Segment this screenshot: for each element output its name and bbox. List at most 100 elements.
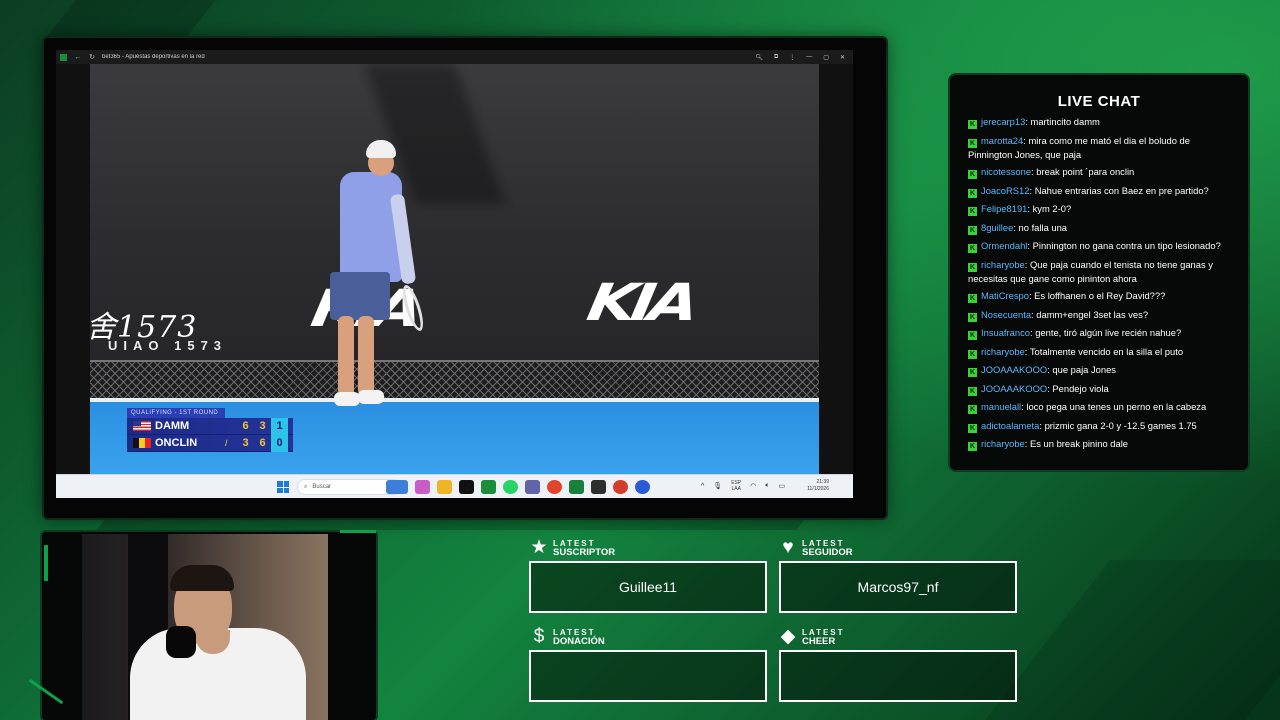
- windows-start-icon[interactable]: [277, 481, 289, 493]
- teams-icon[interactable]: [525, 480, 540, 494]
- close-button[interactable]: ✕: [840, 54, 845, 61]
- background-stripe: [44, 0, 216, 40]
- kick-badge-icon: K: [968, 368, 977, 377]
- video-player[interactable]: 舍1573 UIAO 1573 KIA KIA QUALIFYING - 1ST…: [56, 64, 853, 474]
- latest-suscriptor-box: Guillee11: [529, 561, 767, 613]
- chat-message: Kjerecarp13: martincito damm: [968, 115, 1230, 129]
- kick-badge-icon: K: [968, 294, 977, 303]
- chat-separator: :: [1025, 116, 1031, 127]
- chat-username[interactable]: nicotessone: [981, 166, 1031, 177]
- bet365-app-icon[interactable]: [481, 480, 496, 494]
- chat-text: break point ´para onclin: [1036, 166, 1135, 177]
- kick-badge-icon: K: [968, 386, 977, 396]
- latest-category-label: CHEER: [802, 635, 836, 647]
- kick-badge-icon: K: [968, 312, 977, 322]
- chat-username[interactable]: Felipe8191: [981, 203, 1027, 214]
- chrome-icon[interactable]: [547, 480, 562, 494]
- kick-badge-icon: K: [968, 331, 977, 340]
- extensions-icon[interactable]: ⧉: [774, 54, 778, 61]
- volume-icon[interactable]: 🔈︎: [765, 482, 769, 490]
- latest-seguidor-header: ♥ LATEST SEGUIDOR: [778, 537, 852, 558]
- spreadsheet-icon[interactable]: [569, 480, 584, 494]
- chat-username[interactable]: Nosecuenta: [981, 309, 1031, 320]
- bet365-favicon: [60, 53, 67, 61]
- kick-badge-icon: K: [968, 170, 977, 179]
- microphone-icon[interactable]: 🎙︎: [713, 482, 722, 490]
- chat-username[interactable]: 8guillee: [981, 222, 1013, 233]
- clock-date: 11/1/2026: [807, 486, 829, 492]
- chat-text: prizmic gana 2-0 y -12.5 games 1.75: [1044, 419, 1197, 431]
- chat-message: K 8guillee: no falla una: [968, 221, 1230, 235]
- chat-username[interactable]: richaryobe: [981, 438, 1025, 449]
- chat-username[interactable]: richaryobe: [981, 346, 1025, 357]
- widget-icon[interactable]: [386, 480, 408, 494]
- chat-text: Pinnington no gana contra un tipo lesion…: [1032, 240, 1221, 251]
- copilot-icon[interactable]: [415, 480, 430, 494]
- record-app-icon[interactable]: [613, 480, 628, 494]
- kick-badge-icon: K: [968, 120, 977, 129]
- chat-username[interactable]: jerecarp13: [981, 116, 1025, 127]
- chat-message: K Insuafranco: gente, tiró algún live rec…: [968, 326, 1230, 340]
- kia-logo-right: KIA: [582, 273, 699, 333]
- steam-icon[interactable]: [635, 480, 650, 494]
- nvidia-icon[interactable]: [591, 480, 606, 494]
- serve-indicator-icon: /: [225, 438, 228, 448]
- back-arrow-icon[interactable]: ←: [71, 54, 85, 61]
- chat-username[interactable]: richaryobe: [981, 259, 1025, 270]
- kick-badge-icon: K: [968, 188, 977, 198]
- zoom-icon[interactable]: 🔍︎: [755, 54, 763, 61]
- chat-text: que paja Jones: [1052, 364, 1116, 375]
- chat-separator: :: [1027, 203, 1033, 214]
- sponsor-brand-subtext: UIAO 1573: [108, 338, 228, 353]
- chat-message: K Nosecuenta: damm+engel 3set las ves?: [968, 308, 1230, 322]
- chat-message: Kricharyobe: Que paja cuando el tenista …: [968, 258, 1230, 285]
- chat-message: K Ormendahl: Pinnington no gana contra un…: [968, 239, 1230, 253]
- more-menu-icon[interactable]: ⋮: [789, 54, 795, 61]
- player-shoe: [358, 390, 384, 404]
- language-indicator[interactable]: ESP LAA: [731, 480, 741, 492]
- latest-category-label: SUSCRIPTOR: [553, 546, 616, 558]
- taskbar-clock[interactable]: 21:39 11/1/2026: [807, 479, 829, 493]
- minimize-button[interactable]: —: [806, 54, 812, 61]
- chat-username[interactable]: Ormendahl: [981, 240, 1027, 251]
- chat-text: no falla una: [1018, 221, 1068, 233]
- kick-badge-icon: K: [968, 244, 977, 253]
- reload-icon[interactable]: ↻: [85, 53, 99, 61]
- chat-message: K Felipe8191: kym 2-0?: [968, 202, 1230, 216]
- windows-taskbar: ⌕ Buscar ^ 🎙︎ ESP LAA ◠ 🔈︎ ▭ 21:39 11/1/…: [56, 474, 853, 498]
- chat-username[interactable]: MatiCrespo: [981, 290, 1029, 301]
- chevron-up-icon[interactable]: ^: [701, 483, 704, 490]
- keyboard-layout: LAA: [731, 486, 741, 492]
- latest-donacion-header: $ LATEST DONACIÓN: [529, 627, 605, 646]
- folder-icon[interactable]: [437, 480, 452, 494]
- dollar-icon: $: [533, 626, 545, 647]
- heart-icon: ♥: [782, 537, 794, 558]
- chat-message-list[interactable]: Kjerecarp13: martincito damm Kmarotta24: …: [968, 115, 1230, 455]
- chat-username[interactable]: JOOAAAKOOO: [981, 383, 1047, 394]
- chat-username[interactable]: marotta24: [981, 135, 1023, 146]
- chat-username[interactable]: adictoalameta: [981, 420, 1039, 431]
- maximize-button[interactable]: ▢: [823, 54, 829, 61]
- whatsapp-icon[interactable]: [503, 480, 518, 494]
- chat-text: gente, tiró algún live recién nahue?: [1035, 327, 1182, 338]
- scoreboard: QUALIFYING - 1ST ROUND DAMM 6 3 1 ONCLIN…: [127, 408, 293, 452]
- live-chat-panel: LIVE CHAT Kjerecarp13: martincito damm Km…: [950, 75, 1248, 470]
- latest-donacion-box: [529, 650, 767, 702]
- current-game-score: 0: [271, 434, 288, 452]
- wifi-icon[interactable]: ◠: [750, 482, 756, 490]
- player-leg: [358, 316, 374, 396]
- browser-titlebar: ← ↻ bet365 - Apuestas deportivas en la r…: [56, 50, 853, 64]
- chat-message: K JOOAAAKOOO: Pendejo viola: [968, 382, 1230, 396]
- battery-icon[interactable]: ▭: [779, 482, 786, 490]
- kick-badge-icon: K: [968, 442, 977, 451]
- latest-cheer-header: ◆ LATEST CHEER: [778, 627, 845, 646]
- chat-username[interactable]: manuelall: [981, 401, 1021, 412]
- chat-username[interactable]: Insuafranco: [981, 327, 1030, 338]
- tiktok-icon[interactable]: [459, 480, 474, 494]
- chat-username[interactable]: JoacoRS12: [981, 185, 1029, 196]
- player-shoe: [334, 392, 360, 406]
- streamer-hair: [170, 565, 234, 591]
- latest-seguidor-box: Marcos97_nf: [779, 561, 1017, 613]
- chat-message: Kricharyobe: Totalmente vencido en la si…: [968, 345, 1230, 359]
- chat-username[interactable]: JOOAAAKOOO: [981, 364, 1047, 375]
